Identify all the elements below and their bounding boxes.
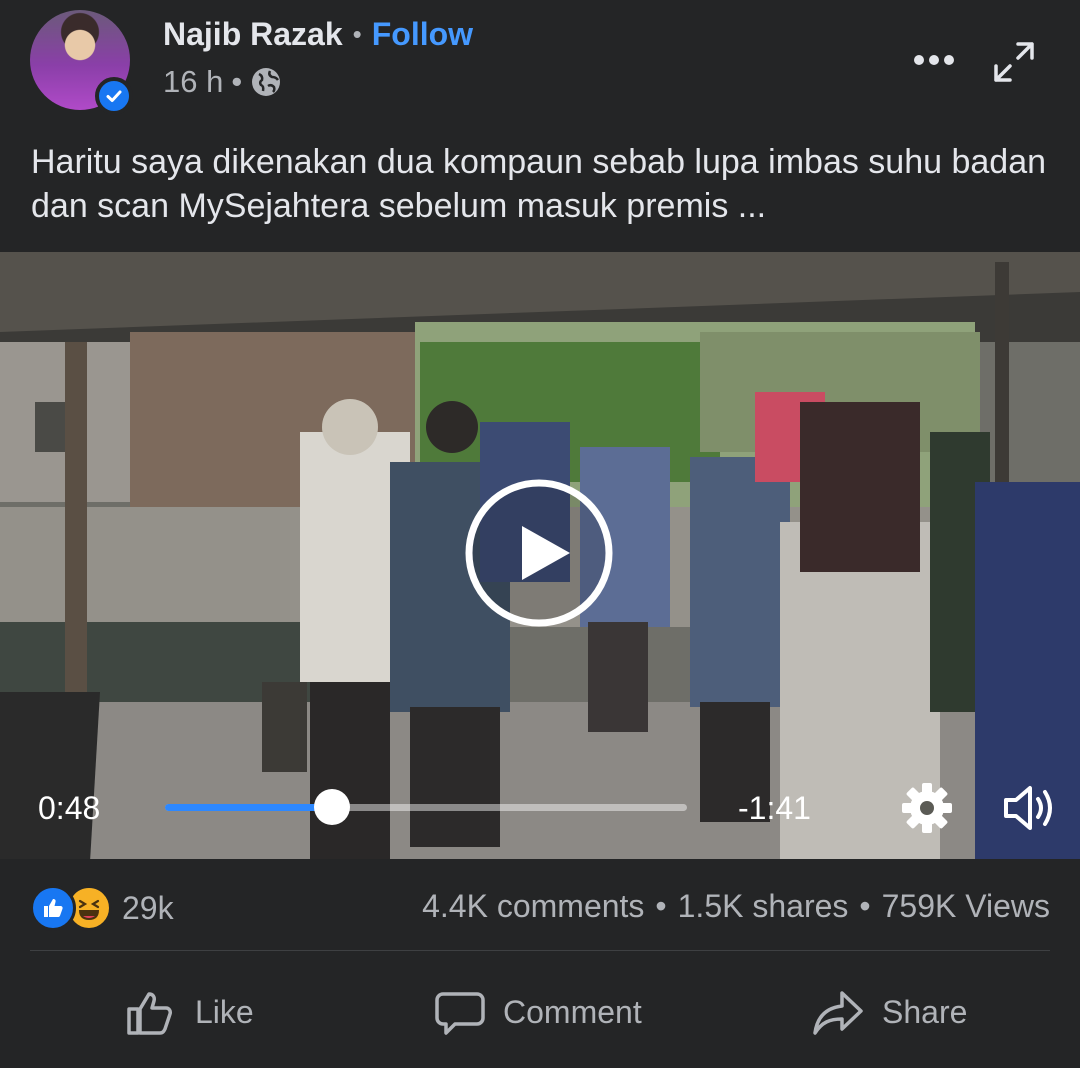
gear-icon[interactable] [900,781,954,835]
comment-label: Comment [503,994,642,1030]
video-scrubber-handle[interactable] [314,789,351,825]
play-icon[interactable] [464,478,614,628]
author-name[interactable]: Najib Razak [163,16,343,53]
video-progress-bar[interactable] [165,789,687,825]
comments-count[interactable]: 4.4K comments [422,888,644,925]
views-count: 759K Views [881,888,1050,924]
post-actions: Like Comment Share [0,965,1080,1060]
expand-icon[interactable] [990,38,1038,86]
like-button[interactable]: Like [125,965,254,1060]
post-stats: 29k 4.4K comments • 1.5K shares • 759K V… [0,870,1080,940]
share-icon [813,990,863,1035]
separator-dot: • [231,64,243,99]
shares-count[interactable]: 1.5K shares [678,888,849,925]
like-label: Like [195,994,254,1030]
globe-icon [252,68,281,96]
share-label: Share [882,994,968,1030]
separator-dot: • [859,888,871,924]
post-timestamp[interactable]: 16 h [163,64,223,100]
comment-icon [435,991,485,1035]
share-button[interactable]: Share [812,965,967,1060]
more-options-icon[interactable] [906,45,962,75]
volume-icon[interactable] [1000,781,1058,835]
verified-badge-icon [95,77,133,115]
like-reaction-icon [30,885,76,931]
separator-dot: • [352,19,362,49]
separator-dot: • [655,888,667,924]
video-current-time: 0:48 [38,790,101,826]
follow-button[interactable]: Follow [372,16,473,53]
video-progress-fill [165,804,333,811]
reaction-summary[interactable]: 29k [30,885,174,931]
reaction-count[interactable]: 29k [122,890,174,927]
video-remaining-time: -1:41 [738,790,811,826]
post-header: Najib Razak • Follow 16 h • [0,0,1080,125]
comment-button[interactable]: Comment [435,965,642,1060]
video-player[interactable] [0,252,1080,859]
post-caption: Haritu saya dikenakan dua kompaun sebab … [31,143,1047,225]
thumbs-up-icon [127,991,172,1035]
divider [30,950,1050,951]
